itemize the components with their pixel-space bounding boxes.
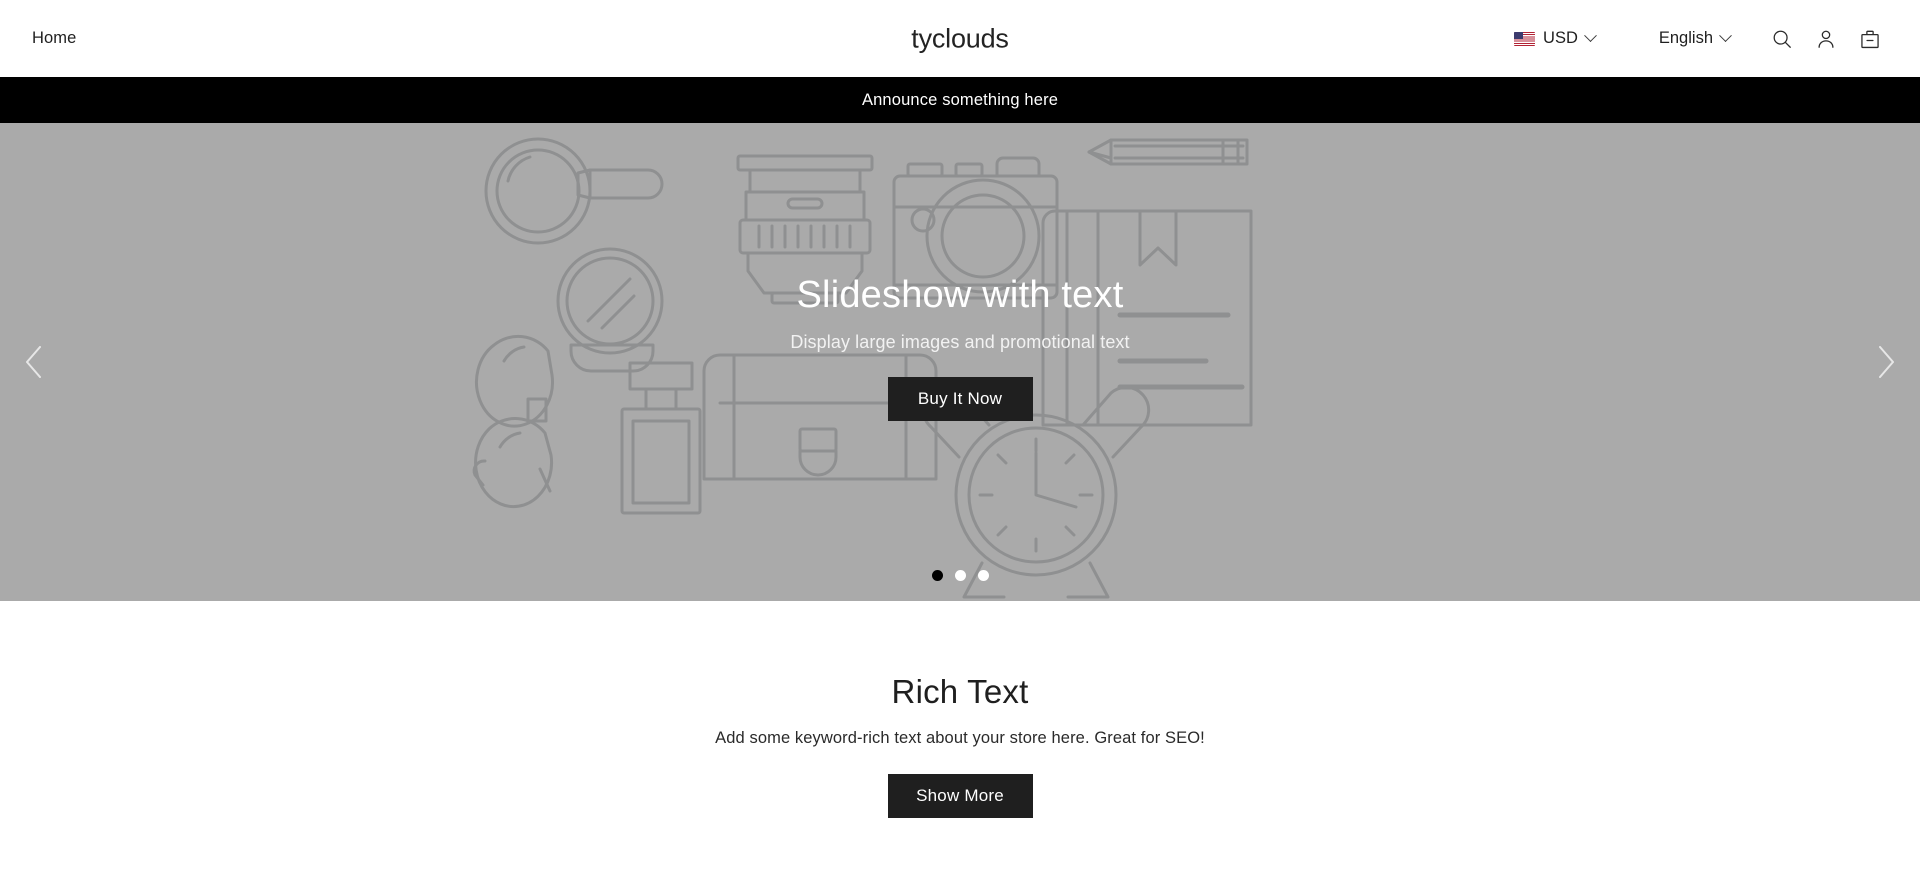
hero-title: Slideshow with text [796,273,1124,316]
rich-text-cta-wrap: Show More [20,774,1900,818]
site-header: Home tyclouds USD English [0,0,1920,77]
chevron-down-icon [1584,29,1597,43]
buy-it-now-button[interactable]: Buy It Now [887,377,1033,422]
nav-link-home[interactable]: Home [28,23,80,54]
header-nav: Home [28,23,80,54]
slideshow-dot-1[interactable] [931,570,943,581]
search-button[interactable] [1760,17,1804,61]
hero-subtitle: Display large images and promotional tex… [790,332,1130,353]
search-icon [1773,30,1791,48]
language-selector[interactable]: English [1645,21,1744,56]
rich-text-body: Add some keyword-rich text about your st… [715,729,1205,747]
hero-content: Slideshow with text Display large images… [0,123,1920,601]
rich-text-title: Rich Text [891,673,1029,710]
hero-slideshow: Slideshow with text Display large images… [0,123,1920,601]
rich-text-section: Rich Text Add some keyword-rich text abo… [0,601,1920,878]
cart-icon [1861,30,1879,48]
account-icon [1818,30,1834,48]
chevron-down-icon [1719,29,1732,43]
us-flag-icon [1514,31,1536,46]
slideshow-dot-2[interactable] [954,570,966,581]
announcement-text: Announce something here [861,90,1059,109]
show-more-button[interactable]: Show More [887,774,1033,818]
currency-label: USD [1543,29,1578,47]
header-actions: USD English [1500,17,1892,61]
slideshow-dot-3[interactable] [977,570,989,581]
currency-selector[interactable]: USD [1500,21,1609,56]
language-label: English [1658,29,1713,47]
announcement-bar: Announce something here [0,77,1920,123]
cart-button[interactable] [1848,17,1892,61]
account-button[interactable] [1804,17,1848,61]
slideshow-pagination [0,570,1920,581]
